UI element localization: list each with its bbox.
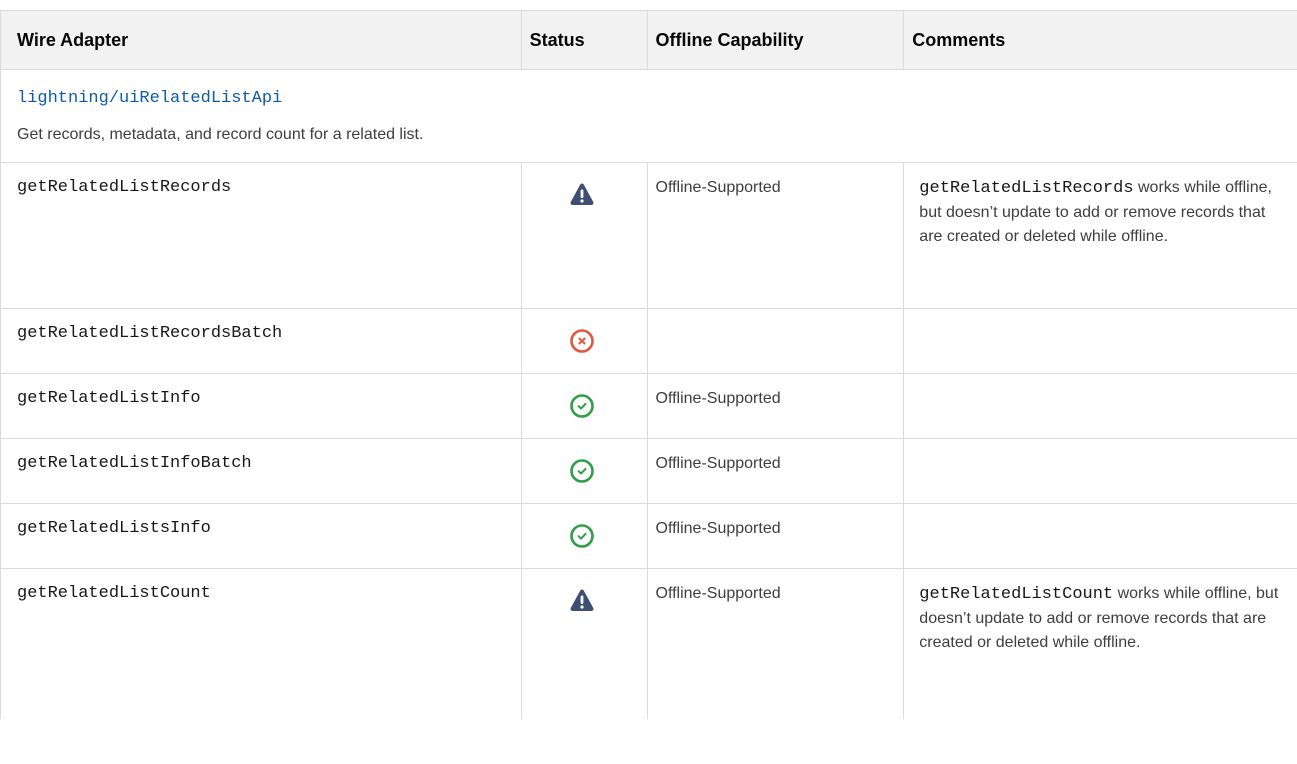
comment-code: getRelatedListCount bbox=[919, 585, 1114, 604]
not-supported-icon bbox=[570, 329, 594, 353]
adapter-name: getRelatedListRecordsBatch bbox=[17, 324, 283, 343]
adapter-name: getRelatedListRecords bbox=[17, 178, 232, 197]
table-row: getRelatedListRecordsBatch bbox=[0, 309, 1297, 374]
table-row: getRelatedListRecords Offline-Supported … bbox=[0, 163, 1297, 309]
warning-icon bbox=[570, 183, 594, 205]
table-row: getRelatedListInfoBatch Offline-Supporte… bbox=[0, 439, 1297, 504]
supported-icon bbox=[570, 394, 594, 418]
table-row: getRelatedListCount Offline-Supported ge… bbox=[0, 569, 1297, 719]
comment-code: getRelatedListRecords bbox=[919, 179, 1134, 198]
offline-capability: Offline-Supported bbox=[655, 455, 781, 472]
header-status: Status bbox=[522, 11, 648, 69]
adapter-name: getRelatedListCount bbox=[17, 584, 211, 603]
offline-capability: Offline-Supported bbox=[655, 390, 781, 407]
supported-icon bbox=[570, 524, 594, 548]
table-row: getRelatedListsInfo Offline-Supported bbox=[0, 504, 1297, 569]
wire-adapter-table: Wire Adapter Status Offline Capability C… bbox=[0, 10, 1297, 719]
header-wire-adapter: Wire Adapter bbox=[1, 11, 522, 69]
adapter-name: getRelatedListInfo bbox=[17, 389, 201, 408]
header-comments: Comments bbox=[912, 29, 1006, 50]
offline-capability: Offline-Supported bbox=[655, 520, 781, 537]
section-link[interactable]: lightning/uiRelatedListApi bbox=[1, 70, 1297, 112]
offline-capability: Offline-Supported bbox=[655, 179, 781, 196]
adapter-name: getRelatedListsInfo bbox=[17, 519, 211, 538]
section-description: Get records, metadata, and record count … bbox=[17, 126, 424, 143]
section-row: lightning/uiRelatedListApi Get records, … bbox=[0, 70, 1297, 163]
table-row: getRelatedListInfo Offline-Supported bbox=[0, 374, 1297, 439]
table-header: Wire Adapter Status Offline Capability C… bbox=[0, 11, 1297, 70]
supported-icon bbox=[570, 459, 594, 483]
adapter-name: getRelatedListInfoBatch bbox=[17, 454, 252, 473]
header-offline-capability: Offline Capability bbox=[648, 11, 905, 69]
offline-capability: Offline-Supported bbox=[655, 585, 781, 602]
warning-icon bbox=[570, 589, 594, 611]
